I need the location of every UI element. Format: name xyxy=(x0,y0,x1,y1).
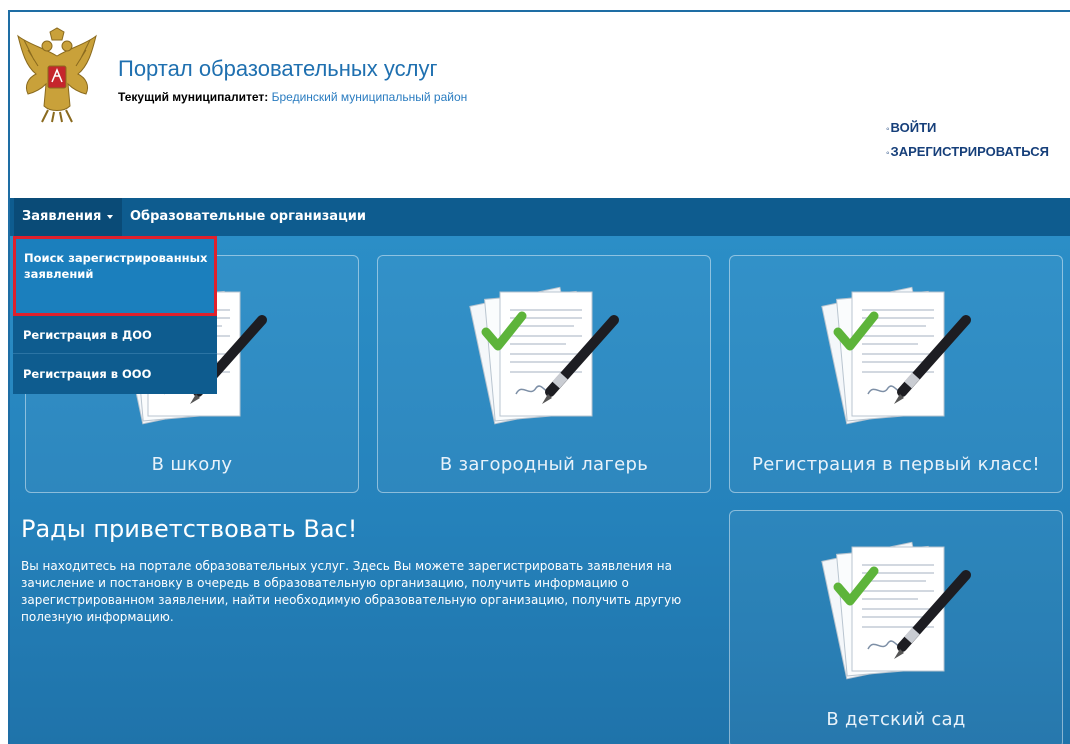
header xyxy=(10,12,1070,198)
main-navbar: Заявления Образовательные организации xyxy=(10,198,1070,236)
municipality-link[interactable]: Брединский муниципальный район xyxy=(272,90,468,104)
portal-title[interactable]: Портал образовательных услуг xyxy=(118,56,437,82)
documents-pen-check-icon xyxy=(821,286,971,425)
card-school-label: В школу xyxy=(151,454,233,475)
dropdown-item-search-applications[interactable]: Поиск зарегистрированных заявлений xyxy=(13,236,217,316)
dropdown-item-register-doo[interactable]: Регистрация в ДОО xyxy=(13,316,217,354)
coat-of-arms-icon xyxy=(17,27,97,123)
municipality-info: Текущий муниципалитет: Брединский муници… xyxy=(118,90,467,104)
card-kindergarten[interactable]: В детский сад xyxy=(729,510,1063,744)
welcome-heading: Рады приветствовать Вас! xyxy=(21,515,358,543)
nav-applications-menu[interactable]: Заявления xyxy=(14,198,122,236)
dropdown-item-register-ooo[interactable]: Регистрация в ООО xyxy=(13,354,217,394)
caret-down-icon xyxy=(107,214,114,219)
documents-pen-check-icon xyxy=(821,541,971,680)
card-kindergarten-label: В детский сад xyxy=(826,709,966,730)
auth-links: ВОЙТИ ЗАРЕГИСТРИРОВАТЬСЯ xyxy=(886,117,1049,165)
welcome-text: Вы находитесь на портале образовательных… xyxy=(21,559,682,624)
documents-pen-check-icon xyxy=(469,286,619,425)
card-first-grade-label: Регистрация в первый класс! xyxy=(752,454,1040,475)
nav-applications-label: Заявления xyxy=(22,209,102,224)
municipality-label: Текущий муниципалитет: xyxy=(118,90,269,104)
register-link[interactable]: ЗАРЕГИСТРИРОВАТЬСЯ xyxy=(886,141,1049,165)
applications-dropdown: Поиск зарегистрированных заявлений Регис… xyxy=(13,236,217,394)
card-camp-label: В загородный лагерь xyxy=(439,454,649,475)
nav-organizations[interactable]: Образовательные организации xyxy=(130,198,366,236)
login-link[interactable]: ВОЙТИ xyxy=(886,117,1049,141)
card-first-grade[interactable]: Регистрация в первый класс! xyxy=(729,255,1063,493)
card-camp[interactable]: В загородный лагерь xyxy=(377,255,711,493)
